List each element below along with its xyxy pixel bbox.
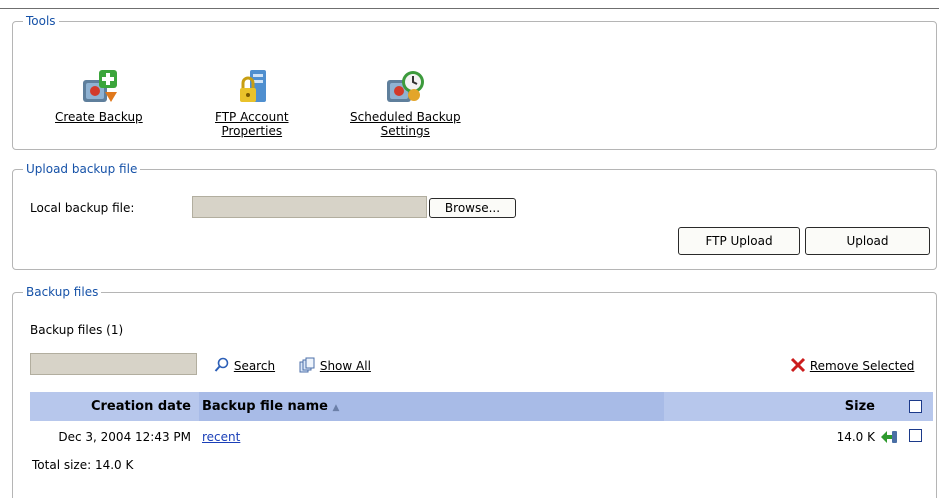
magnifier-icon xyxy=(214,357,229,372)
show-all-action[interactable]: Show All xyxy=(299,357,371,373)
ftp-label-line2: Properties xyxy=(221,124,283,138)
remove-selected-action[interactable]: Remove Selected xyxy=(790,357,914,373)
tools-legend: Tools xyxy=(26,14,56,28)
select-all-checkbox[interactable] xyxy=(909,400,922,413)
show-all-link[interactable]: Show All xyxy=(320,359,371,373)
ftp-label-line1: FTP Account xyxy=(215,110,289,124)
top-divider xyxy=(0,8,939,9)
search-action[interactable]: Search xyxy=(214,357,275,373)
remove-x-icon xyxy=(790,357,806,373)
create-backup-icon xyxy=(82,70,117,102)
ftp-account-icon xyxy=(239,70,266,102)
total-size: Total size: 14.0 K xyxy=(32,458,134,472)
scheduled-backup-tool[interactable]: Scheduled Backup Settings xyxy=(350,68,461,138)
ftp-upload-button[interactable]: FTP Upload xyxy=(678,227,800,255)
row-file-name-link[interactable]: recent xyxy=(202,430,240,444)
table-row: Dec 3, 2004 12:43 PM recent 14.0 K xyxy=(30,421,933,451)
scheduled-backup-icon xyxy=(387,71,425,102)
scheduled-backup-link[interactable]: Scheduled Backup Settings xyxy=(350,110,461,138)
table-header: Creation date Backup file name ▲ Size xyxy=(30,392,933,421)
create-backup-tool[interactable]: Create Backup xyxy=(55,68,143,124)
browse-button[interactable]: Browse... xyxy=(429,198,516,218)
ftp-account-tool[interactable]: FTP Account Properties xyxy=(215,68,289,138)
restore-icon[interactable] xyxy=(879,428,899,446)
local-backup-file-label: Local backup file: xyxy=(30,201,135,215)
ftp-account-properties-link[interactable]: FTP Account Properties xyxy=(215,110,289,138)
row-select-checkbox[interactable] xyxy=(909,429,922,442)
create-backup-link[interactable]: Create Backup xyxy=(55,110,143,124)
file-name-header[interactable]: Backup file name ▲ xyxy=(202,392,339,423)
upload-legend: Upload backup file xyxy=(26,162,138,176)
tools-group: Tools Create Backup FTP Account Properti… xyxy=(12,14,937,150)
backup-files-count: Backup files (1) xyxy=(30,323,124,337)
upload-button[interactable]: Upload xyxy=(805,227,930,255)
scheduled-label-line2: Settings xyxy=(380,124,430,138)
row-size: 14.0 K xyxy=(836,430,875,444)
row-creation-date: Dec 3, 2004 12:43 PM xyxy=(58,430,191,444)
remove-selected-link[interactable]: Remove Selected xyxy=(810,359,915,373)
backup-files-legend: Backup files xyxy=(26,285,99,299)
scheduled-label-line1: Scheduled Backup xyxy=(350,110,461,124)
local-backup-file-input[interactable] xyxy=(192,196,427,218)
sort-ascending-icon: ▲ xyxy=(332,403,340,413)
show-all-icon xyxy=(299,357,315,373)
size-header[interactable]: Size xyxy=(845,392,875,421)
search-input[interactable] xyxy=(30,353,197,375)
search-link[interactable]: Search xyxy=(234,359,275,373)
file-name-header-label: Backup file name xyxy=(202,399,328,414)
creation-date-header[interactable]: Creation date xyxy=(91,392,191,421)
